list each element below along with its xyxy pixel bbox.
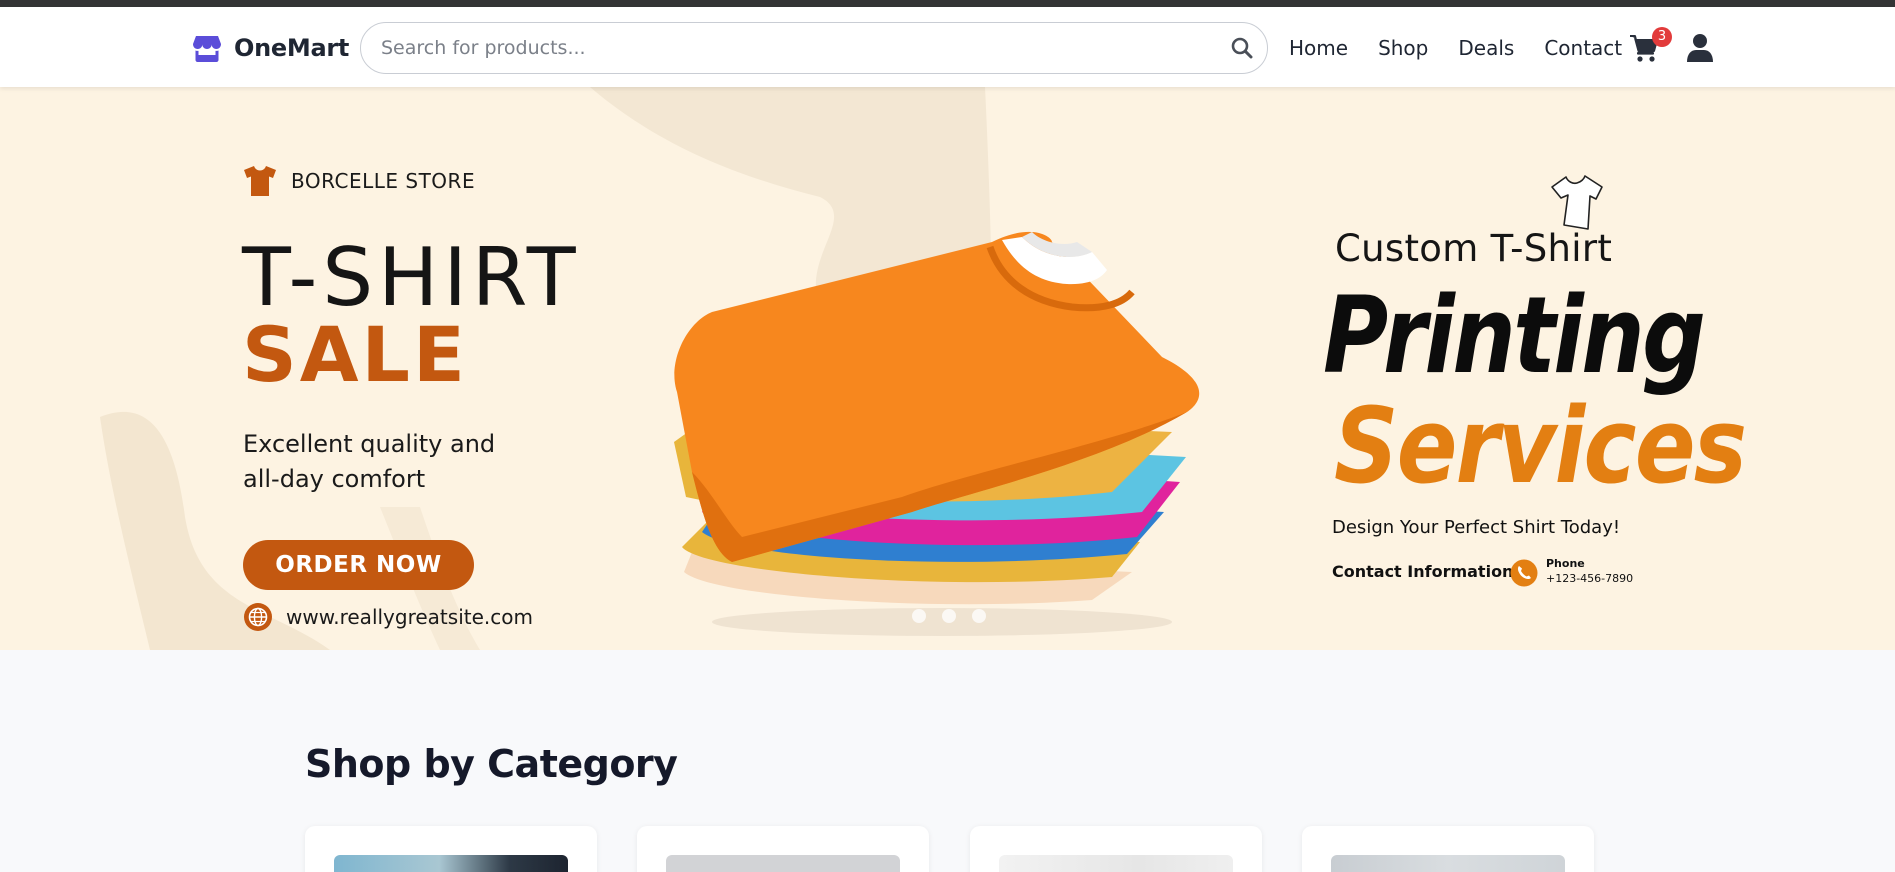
globe-icon bbox=[244, 603, 272, 631]
category-card[interactable] bbox=[970, 826, 1262, 872]
search-icon bbox=[1231, 37, 1253, 59]
carousel-indicators bbox=[912, 609, 1002, 623]
folded-shirts-image bbox=[674, 231, 1200, 636]
hero-title: T-SHIRT bbox=[242, 231, 581, 324]
order-now-button[interactable]: ORDER NOW bbox=[243, 540, 474, 590]
brand-name: OneMart bbox=[234, 34, 350, 62]
phone-label: Phone bbox=[1546, 557, 1585, 570]
tagline-line-1: Excellent quality and bbox=[243, 430, 496, 458]
main-nav: Home Shop Deals Contact bbox=[1289, 31, 1622, 65]
hero-banner: BORCELLE STORE T-SHIRT SALE Excellent qu… bbox=[0, 87, 1895, 650]
store-label: BORCELLE STORE bbox=[243, 165, 475, 197]
store-icon bbox=[193, 36, 221, 62]
tshirt-outline-icon bbox=[1551, 175, 1603, 230]
search-input[interactable] bbox=[381, 23, 1201, 73]
website-link[interactable]: www.reallygreatsite.com bbox=[243, 602, 533, 632]
nav-contact[interactable]: Contact bbox=[1544, 36, 1622, 60]
category-card[interactable] bbox=[305, 826, 597, 872]
carousel-dot[interactable] bbox=[942, 609, 956, 623]
tshirt-icon bbox=[244, 166, 276, 196]
category-section-title: Shop by Category bbox=[305, 742, 678, 786]
category-card[interactable] bbox=[1302, 826, 1594, 872]
site-header: OneMart Home Shop Deals Contact 3 bbox=[0, 7, 1895, 87]
phone-icon bbox=[1510, 559, 1538, 587]
search-bar bbox=[360, 22, 1268, 74]
category-image bbox=[334, 855, 568, 872]
user-icon[interactable] bbox=[1687, 33, 1713, 63]
nav-shop[interactable]: Shop bbox=[1378, 36, 1428, 60]
services-title: Services bbox=[1334, 385, 1747, 507]
hero-tagline: Excellent quality and all-day comfort bbox=[243, 427, 543, 497]
cart-count-badge: 3 bbox=[1652, 27, 1672, 47]
carousel-dot[interactable] bbox=[912, 609, 926, 623]
carousel-dot[interactable] bbox=[972, 609, 986, 623]
search-button[interactable] bbox=[1227, 33, 1257, 63]
nav-home[interactable]: Home bbox=[1289, 36, 1348, 60]
nav-deals[interactable]: Deals bbox=[1458, 36, 1514, 60]
phone-number: +123-456-7890 bbox=[1546, 572, 1634, 585]
design-tagline: Design Your Perfect Shirt Today! bbox=[1332, 517, 1621, 538]
category-image bbox=[666, 855, 900, 872]
custom-tshirt-label: Custom T-Shirt bbox=[1335, 227, 1613, 270]
top-border bbox=[0, 0, 1895, 7]
hero-title-accent: SALE bbox=[242, 310, 468, 399]
contact-info-label: Contact Information bbox=[1332, 562, 1514, 581]
website-url: www.reallygreatsite.com bbox=[286, 605, 533, 629]
category-image bbox=[1331, 855, 1565, 872]
store-name: BORCELLE STORE bbox=[291, 169, 476, 193]
tagline-line-2: all-day comfort bbox=[243, 465, 426, 493]
category-card[interactable] bbox=[637, 826, 929, 872]
category-image bbox=[999, 855, 1233, 872]
brand[interactable]: OneMart bbox=[192, 31, 349, 65]
printing-title: Printing bbox=[1323, 274, 1706, 397]
